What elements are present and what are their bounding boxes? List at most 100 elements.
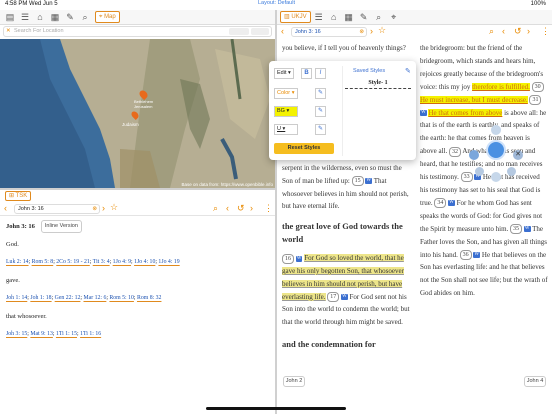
strongs-icon[interactable]: W <box>295 255 303 262</box>
search-icon[interactable]: ⌕ <box>78 11 92 23</box>
layout-label[interactable]: Layout: Default <box>258 0 295 6</box>
tsk-ref-link[interactable]: Tit 3: 4 <box>93 259 110 265</box>
star-icon[interactable]: ☆ <box>378 25 386 36</box>
notes-icon[interactable]: ▦ <box>342 11 356 23</box>
edit-icon[interactable]: ✎ <box>357 11 371 23</box>
more-icon[interactable]: ⋮ <box>264 203 273 214</box>
tsk-ref-link[interactable]: Joh 1: 14 <box>6 295 27 301</box>
saved-style-item[interactable]: Style- 1 <box>345 80 411 89</box>
prev-tool-button[interactable] <box>469 150 479 160</box>
reset-styles-button[interactable]: Reset Styles <box>274 143 334 154</box>
library-icon[interactable]: ⌂ <box>327 11 341 23</box>
left-tool-button[interactable] <box>475 167 484 176</box>
tsk-reference-field[interactable]: John 3: 16 ⊗ <box>14 204 100 214</box>
underline-dropdown[interactable]: U ▾ <box>274 124 298 135</box>
bg-picker-icon[interactable]: ✎ <box>315 106 326 117</box>
clear-icon[interactable]: ⊗ <box>92 205 97 213</box>
verse-number[interactable]: 36 <box>459 249 472 260</box>
chevron-right-icon[interactable]: › <box>102 203 105 213</box>
tsk-ref-link[interactable]: Joh 1: 18 <box>30 295 51 301</box>
bible-reference-field[interactable]: John 3: 16 ⊗ <box>291 27 367 37</box>
tsk-ref-link[interactable]: Mar 12: 6 <box>83 295 106 301</box>
next-chapter-button[interactable]: John 4 <box>524 376 546 387</box>
verse-number[interactable]: 35 <box>510 224 523 235</box>
verse-number[interactable]: 34 <box>434 198 447 209</box>
edit-styles-icon[interactable]: ✎ <box>405 67 411 75</box>
verse-number[interactable]: 32 <box>448 146 461 157</box>
close-icon[interactable]: ✕ <box>6 27 11 36</box>
chevron-left-icon[interactable]: ‹ <box>502 26 505 36</box>
tsk-ref-link[interactable]: Gen 22: 12 <box>55 295 81 301</box>
strongs-icon[interactable]: W <box>473 251 481 258</box>
chevron-left-icon[interactable]: ‹ <box>226 203 229 213</box>
up-tool-button[interactable] <box>491 125 501 135</box>
tsk-ref-link[interactable]: 2Co 5: 19 - 21 <box>56 259 90 265</box>
tsk-ref-link[interactable]: 1Ti 1: 15 <box>56 331 77 337</box>
edit-dropdown[interactable]: Edit ▾ <box>274 68 294 79</box>
verse-16-text[interactable]: 16 W For God so loved the world, that he… <box>282 252 410 329</box>
map-type-toggle[interactable] <box>229 28 249 35</box>
inline-version-button[interactable]: Inline Version <box>40 220 82 233</box>
strongs-icon[interactable]: W <box>365 178 373 185</box>
highlight-tool-button[interactable] <box>486 140 506 160</box>
verse-number[interactable]: 31 <box>529 95 542 106</box>
bible-column-1: you believe, if I tell you of heavenly t… <box>282 42 410 55</box>
close-tool-button[interactable]: ✕ <box>513 150 523 160</box>
verse-number[interactable]: 15 <box>351 176 364 187</box>
list-icon[interactable]: ☰ <box>312 11 326 23</box>
down-tool-button[interactable] <box>491 172 501 182</box>
map-pin-icon: ⌖ <box>99 14 103 20</box>
library-icon[interactable]: ⌂ <box>33 11 47 23</box>
strongs-icon[interactable]: W <box>420 109 427 116</box>
tsk-ref-link[interactable]: Mat 9: 13 <box>30 331 53 337</box>
notes-icon[interactable]: ▦ <box>48 11 62 23</box>
color-picker-icon[interactable]: ✎ <box>315 88 326 99</box>
history-icon[interactable]: ↺ <box>514 26 522 37</box>
map-pin-icon[interactable]: ⌖ <box>387 11 401 23</box>
tsk-ref-link[interactable]: 1Jo 4: 19 <box>158 259 179 265</box>
tab-tsk[interactable]: ⊞ TSK <box>5 191 32 201</box>
chevron-right-icon[interactable]: › <box>250 203 253 213</box>
tsk-ref-link[interactable]: Joh 3: 15 <box>6 331 27 337</box>
list-icon[interactable]: ☰ <box>18 11 32 23</box>
verse-number[interactable]: 17 <box>327 291 340 302</box>
tsk-ref-link[interactable]: Luk 2: 14 <box>6 259 29 265</box>
map-settings-toggle[interactable] <box>251 28 269 35</box>
bg-dropdown[interactable]: BG ▾ <box>274 106 298 117</box>
color-dropdown[interactable]: Color ▾ <box>274 88 298 99</box>
tsk-ref-link[interactable]: 1Ti 1: 16 <box>80 331 101 337</box>
search-icon[interactable]: ⌕ <box>489 26 494 37</box>
right-tool-button[interactable] <box>507 167 516 176</box>
tsk-ref-link[interactable]: Rom 5: 8 <box>32 259 54 265</box>
strongs-icon[interactable]: W <box>448 200 455 207</box>
tsk-ref-link[interactable]: Rom 5: 10 <box>109 295 133 301</box>
search-icon[interactable]: ⌕ <box>372 11 386 23</box>
chevron-right-icon[interactable]: › <box>527 26 530 36</box>
home-indicator[interactable] <box>206 407 346 410</box>
italic-button[interactable]: I <box>315 68 326 79</box>
tsk-ref-link[interactable]: 1Jo 4: 10 <box>134 259 155 265</box>
chevron-left-icon[interactable]: ‹ <box>281 26 284 36</box>
history-icon[interactable]: ↺ <box>237 203 245 214</box>
bold-button[interactable]: B <box>301 68 312 79</box>
map-search-input[interactable]: ✕ Search For Location <box>3 26 272 37</box>
chevron-right-icon[interactable]: › <box>370 26 373 36</box>
strongs-icon[interactable]: W <box>523 226 531 233</box>
tab-map[interactable]: ⌖ Map <box>95 11 120 23</box>
clear-icon[interactable]: ⊗ <box>359 28 364 36</box>
verse-number[interactable]: 16 <box>282 253 294 264</box>
tab-ukjv[interactable]: ▥ UKJV <box>280 11 311 23</box>
more-icon[interactable]: ⋮ <box>541 26 550 37</box>
tsk-ref-link[interactable]: 1Jo 4: 9 <box>113 259 131 265</box>
previous-chapter-button[interactable]: John 2 <box>283 376 305 387</box>
strongs-icon[interactable]: W <box>341 293 348 300</box>
book-icon[interactable]: ▤ <box>3 11 17 23</box>
chevron-left-icon[interactable]: ‹ <box>4 203 7 213</box>
edit-icon[interactable]: ✎ <box>63 11 77 23</box>
star-icon[interactable]: ☆ <box>110 202 118 213</box>
satellite-map[interactable]: Bethlehem Jerusalem Judaism Base on data… <box>0 39 275 188</box>
search-icon[interactable]: ⌕ <box>213 203 218 214</box>
underline-picker-icon[interactable]: ✎ <box>315 124 326 135</box>
tsk-ref-link[interactable]: Rom 8: 32 <box>137 295 161 301</box>
verse-number[interactable]: 30 <box>531 82 544 93</box>
